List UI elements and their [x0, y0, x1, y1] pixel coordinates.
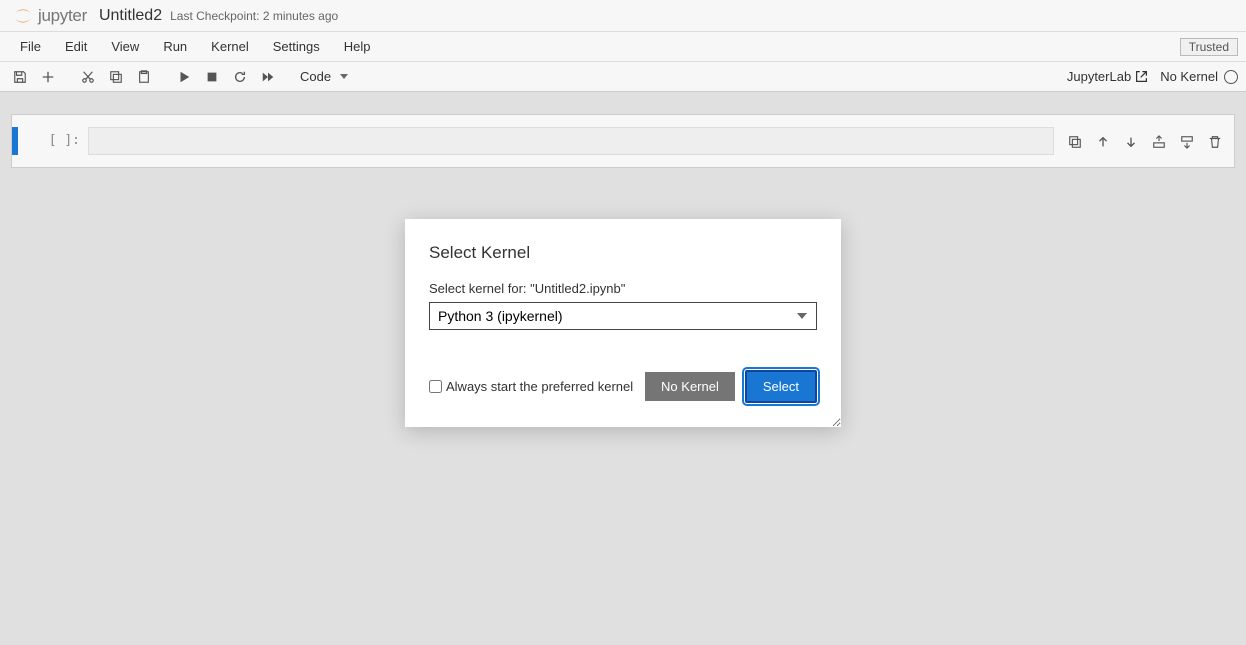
no-kernel-button[interactable]: No Kernel	[645, 372, 735, 401]
modal-title: Select Kernel	[429, 243, 817, 263]
modal-footer: Always start the preferred kernel No Ker…	[429, 370, 817, 403]
modal-label: Select kernel for: "Untitled2.ipynb"	[429, 281, 817, 296]
select-kernel-modal: Select Kernel Select kernel for: "Untitl…	[405, 219, 841, 427]
always-start-checkbox[interactable]	[429, 380, 442, 393]
kernel-select[interactable]: Python 3 (ipykernel)	[429, 302, 817, 330]
modal-overlay: Select Kernel Select kernel for: "Untitl…	[0, 0, 1246, 645]
select-button[interactable]: Select	[745, 370, 817, 403]
always-start-checkbox-wrap[interactable]: Always start the preferred kernel	[429, 379, 633, 394]
always-start-label: Always start the preferred kernel	[446, 379, 633, 394]
kernel-select-wrap[interactable]: Python 3 (ipykernel)	[429, 302, 817, 330]
